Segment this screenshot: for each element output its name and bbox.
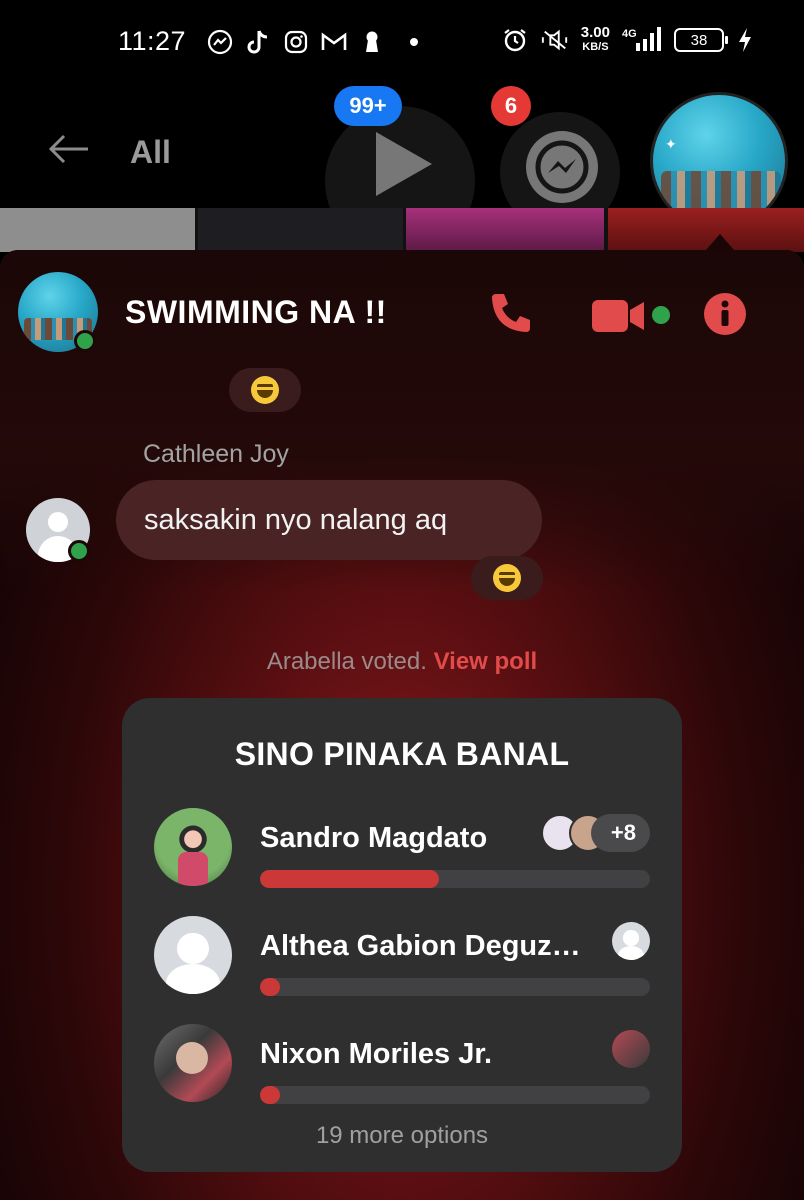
- message-reaction[interactable]: [471, 556, 543, 600]
- speed-unit: KB/S: [582, 41, 609, 53]
- poll-vote-notice: Arabella voted. View poll: [0, 648, 804, 676]
- filter-all-label[interactable]: All: [130, 134, 171, 171]
- tiktok-icon: [244, 28, 272, 56]
- more-notifications-dot: [410, 38, 418, 46]
- poll-option[interactable]: Sandro Magdato +8: [122, 808, 682, 908]
- option-voters: [612, 1030, 650, 1068]
- poll-title: SINO PINAKA BANAL: [234, 736, 570, 772]
- avatar-photo-face: [176, 1042, 208, 1074]
- video-unread-badge: 99+: [334, 86, 402, 126]
- thumbnail-2: [198, 208, 403, 252]
- keyhole-icon: [358, 28, 386, 56]
- avatar-photo-shirt: [178, 852, 208, 886]
- option-name: Althea Gabion Deguz…: [260, 930, 581, 962]
- chat-title[interactable]: SWIMMING NA !!: [125, 294, 387, 331]
- status-time: 11:27: [118, 26, 187, 56]
- avatar-body-shape: [618, 945, 644, 960]
- poll-option[interactable]: Althea Gabion Deguz…: [122, 916, 682, 1016]
- thumbnail-1: [0, 208, 195, 252]
- option-progress-fill: [260, 870, 440, 888]
- option-avatar: [154, 1024, 232, 1102]
- message-reaction[interactable]: [229, 368, 301, 412]
- mute-icon: [541, 26, 569, 54]
- option-voters: [612, 922, 650, 960]
- message-sender-name: Cathleen Joy: [143, 440, 289, 468]
- messenger-icon: [206, 28, 234, 56]
- back-arrow-icon[interactable]: [48, 134, 90, 164]
- poll-vote-text: Arabella voted.: [266, 648, 427, 675]
- svg-text:4G: 4G: [622, 28, 637, 40]
- option-progress-fill: [260, 978, 280, 996]
- thumbnail-3: [406, 208, 604, 252]
- avatar-photo-people: [661, 171, 781, 209]
- instagram-icon: [282, 28, 310, 56]
- info-icon[interactable]: [703, 292, 747, 336]
- poll-card[interactable]: SINO PINAKA BANAL Sandro Magdato +8 Alth…: [122, 698, 682, 1172]
- avatar-head-shape: [177, 933, 209, 965]
- option-progress-fill: [260, 1086, 280, 1104]
- avatar-head-shape: [48, 512, 68, 532]
- video-active-indicator: [652, 306, 670, 324]
- status-bar: 11:27 3.00 KB/S 4G 38: [0, 0, 804, 86]
- avatar-decoration: ✦: [665, 137, 677, 153]
- laughing-emoji-icon: [493, 564, 521, 592]
- more-options-link[interactable]: 19 more options: [122, 1122, 682, 1150]
- chat-head-pointer: [706, 234, 734, 250]
- charging-icon: [736, 26, 754, 54]
- option-avatar: [154, 808, 232, 886]
- extra-voters-count: +8: [590, 814, 650, 852]
- phone-call-icon[interactable]: [488, 290, 534, 336]
- video-call-icon[interactable]: [590, 296, 646, 336]
- option-name: Nixon Moriles Jr.: [260, 1038, 493, 1070]
- speed-value: 3.00: [580, 24, 610, 41]
- option-progress-track: [260, 1086, 650, 1104]
- system-icons: 3.00 KB/S 4G 38: [501, 24, 754, 54]
- chat-panel: SWIMMING NA !! Cathleen Joy saksakin nyo…: [0, 250, 804, 1200]
- option-name: Sandro Magdato: [260, 822, 488, 854]
- chat-header: SWIMMING NA !!: [0, 250, 804, 374]
- option-progress-track: [260, 870, 650, 888]
- option-avatar: [154, 916, 232, 994]
- voter-avatar: [612, 1030, 650, 1068]
- laughing-emoji-icon: [251, 376, 279, 404]
- online-indicator: [74, 330, 96, 352]
- notification-icons: [206, 28, 418, 56]
- avatar-head-shape: [623, 930, 639, 946]
- top-navigation: All 99+ 6 ✦: [0, 86, 804, 256]
- poll-option[interactable]: Nixon Moriles Jr.: [122, 1024, 682, 1124]
- option-voters: +8: [540, 814, 650, 852]
- messenger-logo-icon: [526, 131, 598, 203]
- gmail-icon: [320, 28, 348, 56]
- background-thumbnails: [0, 208, 804, 252]
- messenger-unread-badge: 6: [491, 86, 531, 126]
- view-poll-link[interactable]: View poll: [434, 648, 538, 675]
- signal-icon: 4G: [622, 26, 662, 54]
- avatar-body-shape: [166, 964, 220, 994]
- play-icon: [376, 132, 432, 196]
- alarm-icon: [501, 26, 529, 54]
- option-progress-track: [260, 978, 650, 996]
- voter-avatar: [612, 922, 650, 960]
- online-indicator: [68, 540, 90, 562]
- network-speed: 3.00 KB/S: [580, 24, 610, 54]
- message-bubble[interactable]: saksakin nyo nalang aq: [116, 480, 542, 560]
- battery-icon: 38: [674, 28, 728, 52]
